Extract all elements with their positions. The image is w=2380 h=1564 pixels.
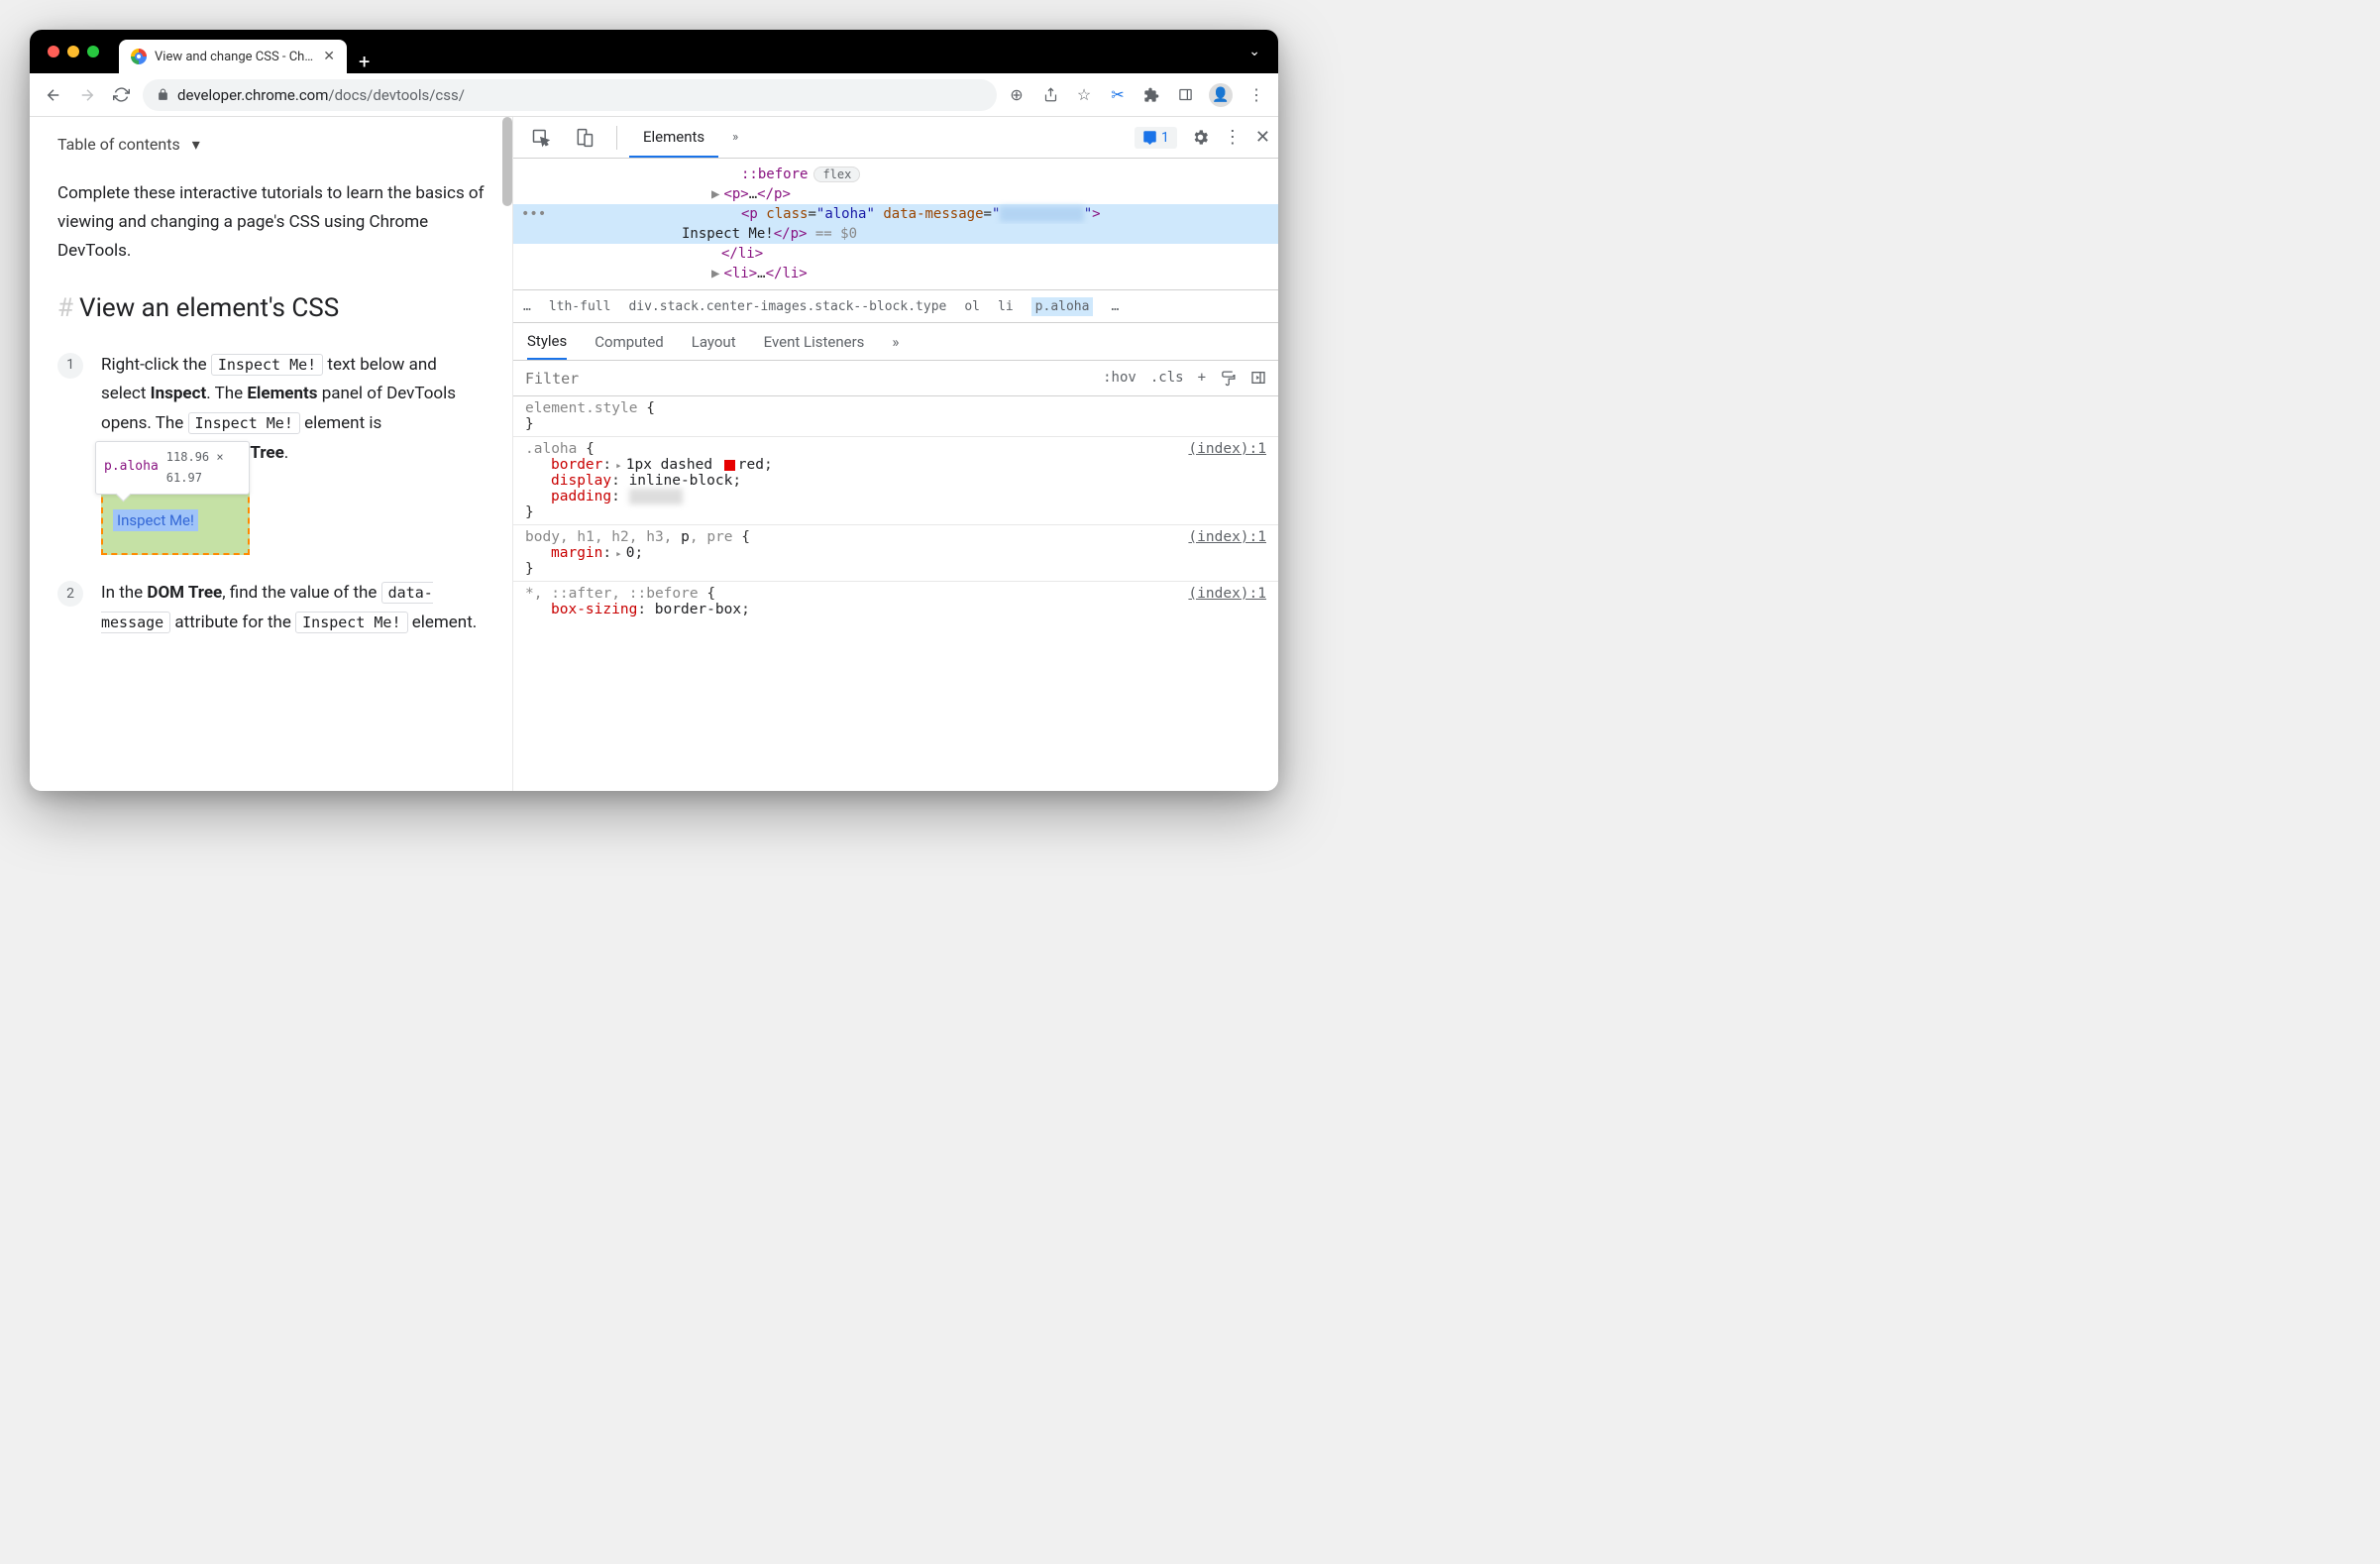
selected-dom-node[interactable]: •••<p class="aloha" data-message="xxxxxx… xyxy=(513,204,1278,224)
source-link[interactable]: (index):1 xyxy=(1188,441,1266,457)
toc-dropdown[interactable]: Table of contents ▾ xyxy=(57,135,485,154)
styles-rules: element.style { } (index):1 .aloha { bor… xyxy=(513,396,1278,791)
crumb-more-right[interactable]: … xyxy=(1111,299,1119,314)
page-scrollbar[interactable] xyxy=(502,117,512,206)
rule-element-style[interactable]: element.style { } xyxy=(513,396,1278,437)
hash-icon: # xyxy=(57,293,73,323)
more-subtabs-button[interactable]: » xyxy=(892,333,899,351)
step-2: In the DOM Tree, find the value of the d… xyxy=(57,579,485,638)
issues-badge[interactable]: 1 xyxy=(1135,127,1177,149)
titlebar: View and change CSS - Chrom ✕ + ⌄ xyxy=(30,30,1278,73)
source-link[interactable]: (index):1 xyxy=(1188,529,1266,545)
tab-title: View and change CSS - Chrom xyxy=(155,50,315,64)
code-inspect-me: Inspect Me! xyxy=(211,354,323,376)
content-area: Table of contents ▾ Complete these inter… xyxy=(30,117,1278,791)
reload-button[interactable] xyxy=(109,83,133,107)
flex-badge: flex xyxy=(813,167,860,182)
extensions-icon[interactable] xyxy=(1141,85,1161,105)
inspect-demo: p.aloha 118.96 × 61.97 Inspect Me! xyxy=(101,487,250,556)
crumb-item[interactable]: ol xyxy=(964,299,980,314)
styles-filter-row: :hov .cls + xyxy=(513,361,1278,396)
browser-tab[interactable]: View and change CSS - Chrom ✕ xyxy=(119,40,347,73)
rule-universal[interactable]: (index):1 *, ::after, ::before { box-siz… xyxy=(513,582,1278,621)
more-tabs-button[interactable]: » xyxy=(722,117,748,158)
chevron-down-icon: ▾ xyxy=(192,135,200,154)
chrome-favicon xyxy=(131,49,147,64)
crumb-item[interactable]: div.stack.center-images.stack--block.typ… xyxy=(628,299,946,314)
cls-toggle[interactable]: .cls xyxy=(1150,370,1184,387)
styles-subtabs: Styles Computed Layout Event Listeners » xyxy=(513,323,1278,361)
crumb-item[interactable]: lth-full xyxy=(549,299,611,314)
rule-aloha[interactable]: (index):1 .aloha { border:1px dashed red… xyxy=(513,437,1278,525)
share-icon[interactable] xyxy=(1040,85,1060,105)
toc-label: Table of contents xyxy=(57,135,180,154)
tabs-menu-button[interactable]: ⌄ xyxy=(1248,44,1260,59)
tab-strip: View and change CSS - Chrom ✕ + xyxy=(119,30,370,73)
toolbar-icons: ⊕ ☆ ✂ 👤 ⋮ xyxy=(1007,83,1266,107)
back-button[interactable] xyxy=(42,83,65,107)
section-heading: #View an element's CSS xyxy=(57,293,485,323)
zoom-icon[interactable]: ⊕ xyxy=(1007,85,1027,105)
dom-breadcrumb[interactable]: … lth-full div.stack.center-images.stack… xyxy=(513,289,1278,323)
element-tooltip: p.aloha 118.96 × 61.97 xyxy=(95,441,250,495)
inspect-element-button[interactable] xyxy=(521,117,561,158)
close-tab-button[interactable]: ✕ xyxy=(323,49,335,64)
new-tab-button[interactable]: + xyxy=(359,50,370,73)
profile-avatar[interactable]: 👤 xyxy=(1209,83,1233,107)
sidepanel-icon[interactable] xyxy=(1175,85,1195,105)
intro-paragraph: Complete these interactive tutorials to … xyxy=(57,179,485,266)
maximize-window-button[interactable] xyxy=(87,46,99,57)
dom-tree[interactable]: ::beforeflex ▶<p>…</p> •••<p class="aloh… xyxy=(513,159,1278,289)
forward-button[interactable] xyxy=(75,83,99,107)
address-bar[interactable]: developer.chrome.com/docs/devtools/css/ xyxy=(143,79,997,111)
subtab-computed[interactable]: Computed xyxy=(595,333,664,351)
window-controls xyxy=(48,46,99,57)
hov-toggle[interactable]: :hov xyxy=(1103,370,1136,387)
close-devtools-button[interactable]: ✕ xyxy=(1255,127,1270,148)
scissors-icon[interactable]: ✂ xyxy=(1108,85,1128,105)
tooltip-selector: p.aloha xyxy=(104,456,159,479)
crumb-more-left[interactable]: … xyxy=(523,299,531,314)
rendered-page: Table of contents ▾ Complete these inter… xyxy=(30,117,513,791)
minimize-window-button[interactable] xyxy=(67,46,79,57)
paint-icon[interactable] xyxy=(1220,370,1237,387)
bookmark-icon[interactable]: ☆ xyxy=(1074,85,1094,105)
styles-filter-input[interactable] xyxy=(525,370,1091,388)
crumb-selected[interactable]: p.aloha xyxy=(1031,297,1094,316)
lock-icon xyxy=(157,88,169,101)
subtab-layout[interactable]: Layout xyxy=(692,333,736,351)
settings-icon[interactable] xyxy=(1191,128,1210,147)
crumb-item[interactable]: li xyxy=(998,299,1014,314)
inspect-me-text: Inspect Me! xyxy=(113,509,198,531)
subtab-event-listeners[interactable]: Event Listeners xyxy=(764,333,865,351)
toggle-sidebar-icon[interactable] xyxy=(1250,370,1266,387)
close-window-button[interactable] xyxy=(48,46,59,57)
menu-button[interactable]: ⋮ xyxy=(1246,85,1266,105)
color-swatch-red[interactable] xyxy=(724,460,735,471)
steps-list: Right-click the Inspect Me! text below a… xyxy=(57,351,485,638)
url-text: developer.chrome.com/docs/devtools/css/ xyxy=(177,86,465,104)
tab-elements[interactable]: Elements xyxy=(629,117,718,158)
toolbar: developer.chrome.com/docs/devtools/css/ … xyxy=(30,73,1278,117)
step-1: Right-click the Inspect Me! text below a… xyxy=(57,351,485,556)
kebab-menu-button[interactable]: ⋮ xyxy=(1224,127,1242,148)
source-link[interactable]: (index):1 xyxy=(1188,586,1266,602)
subtab-styles[interactable]: Styles xyxy=(527,323,567,360)
devtools-panel: Elements » 1 ⋮ ✕ ::beforeflex ▶<p>…</p> … xyxy=(513,117,1278,791)
rule-body-p[interactable]: (index):1 body, h1, h2, h3, p, pre { mar… xyxy=(513,525,1278,582)
device-toolbar-button[interactable] xyxy=(565,117,604,158)
new-rule-button[interactable]: + xyxy=(1198,370,1206,387)
browser-window: View and change CSS - Chrom ✕ + ⌄ develo… xyxy=(30,30,1278,791)
devtools-tabbar: Elements » 1 ⋮ ✕ xyxy=(513,117,1278,159)
tooltip-dimensions: 118.96 × 61.97 xyxy=(166,447,241,489)
